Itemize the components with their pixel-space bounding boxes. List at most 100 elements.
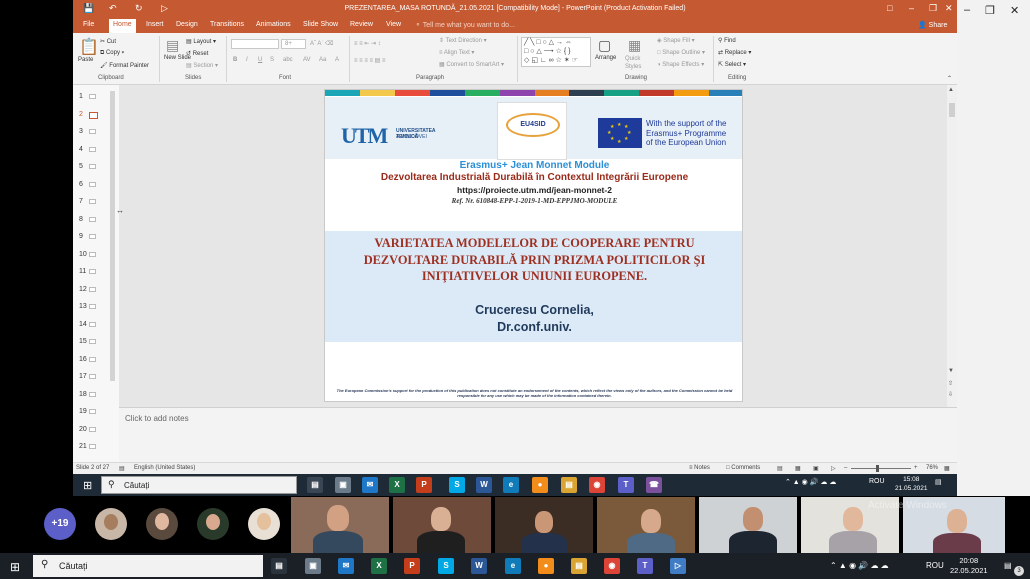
windows-start-icon[interactable]: ⊞ bbox=[10, 560, 20, 574]
edge-icon[interactable]: e bbox=[505, 558, 521, 574]
shape-effects-button[interactable]: ◑ Shape Effects ▾ bbox=[657, 61, 704, 68]
notification-icon[interactable]: ▤ bbox=[935, 478, 942, 486]
shape-outline-button[interactable]: □ Shape Outline ▾ bbox=[657, 49, 705, 56]
slide-thumbnail-number[interactable]: 18 bbox=[79, 391, 87, 398]
slide-thumbnail-number[interactable]: 9 bbox=[79, 233, 83, 240]
text-direction-button[interactable]: ⇕ Text Direction ▾ bbox=[439, 37, 487, 44]
reading-view-icon[interactable]: ▣ bbox=[813, 465, 819, 472]
comments-button[interactable]: □ Comments bbox=[726, 465, 760, 471]
slide-thumbnail[interactable] bbox=[89, 234, 96, 239]
slide-thumbnail-number[interactable]: 13 bbox=[79, 303, 87, 310]
explorer-icon[interactable]: ▤ bbox=[571, 558, 587, 574]
grow-shrink-font-icons[interactable]: Aˇ Aˈ ⌫ bbox=[310, 40, 334, 47]
zoom-in-icon[interactable]: + bbox=[914, 465, 918, 471]
teams-icon[interactable]: T bbox=[618, 477, 634, 493]
section-button[interactable]: ▤ Section ▾ bbox=[186, 62, 218, 69]
font-name-box[interactable] bbox=[231, 39, 279, 49]
convert-smartart-button[interactable]: ▦ Convert to SmartArt ▾ bbox=[439, 61, 504, 68]
slide-scrollbar[interactable]: ▲ ▼ ⇧ ⇩ bbox=[947, 85, 957, 407]
video-tile[interactable] bbox=[597, 497, 695, 553]
normal-view-icon[interactable]: ▤ bbox=[777, 465, 783, 472]
slide-thumbnail[interactable] bbox=[89, 304, 96, 309]
slide-thumbnail[interactable] bbox=[89, 199, 96, 204]
slide-thumbnail-number[interactable]: 12 bbox=[79, 286, 87, 293]
slide-thumbnail-number[interactable]: 7 bbox=[79, 198, 83, 205]
slideshow-icon[interactable]: ▷ bbox=[831, 465, 836, 472]
more-participants-badge[interactable]: +19 bbox=[44, 508, 76, 540]
slide-thumbnail-number[interactable]: 4 bbox=[79, 146, 83, 153]
tab-view[interactable]: View bbox=[386, 21, 401, 28]
explorer-icon[interactable]: ▤ bbox=[561, 477, 577, 493]
slide-thumbnail-number[interactable]: 8 bbox=[79, 216, 83, 223]
slide-thumbnail[interactable] bbox=[89, 269, 96, 274]
underline-button[interactable]: U bbox=[258, 57, 262, 63]
powerpoint-icon[interactable]: P bbox=[416, 477, 432, 493]
shape-fill-button[interactable]: ◈ Shape Fill ▾ bbox=[657, 37, 695, 44]
language[interactable]: English (United States) bbox=[134, 465, 195, 471]
slide-thumbnail-number[interactable]: 14 bbox=[79, 321, 87, 328]
minimize-icon[interactable]: – bbox=[964, 4, 970, 16]
minimize-icon[interactable]: – bbox=[909, 3, 914, 13]
list-buttons[interactable]: ≡ ≡ ⇤ ⇥ ↕ bbox=[354, 40, 381, 47]
share-button[interactable]: 👤 Share bbox=[918, 21, 947, 29]
vpn-icon[interactable]: ● bbox=[538, 558, 554, 574]
paste-icon[interactable]: 📋 bbox=[79, 37, 99, 57]
slide-thumbnail[interactable] bbox=[89, 374, 96, 379]
search-box[interactable]: ⚲ Căutați bbox=[33, 555, 263, 577]
tell-me-box[interactable]: ⚬ Tell me what you want to do... bbox=[415, 21, 515, 29]
slide-sorter-icon[interactable]: ▦ bbox=[795, 465, 801, 472]
video-tile[interactable] bbox=[699, 497, 797, 553]
tab-animations[interactable]: Animations bbox=[256, 21, 291, 28]
slide-thumbnail-number[interactable]: 6 bbox=[79, 181, 83, 188]
collapse-ribbon-icon[interactable]: ⌃ bbox=[947, 75, 952, 82]
slide-thumbnail[interactable] bbox=[89, 426, 96, 432]
reset-button[interactable]: ↺ Reset bbox=[186, 50, 208, 57]
thumbnail-scrollbar[interactable] bbox=[110, 91, 115, 381]
align-text-button[interactable]: ≡ Align Text ▾ bbox=[439, 49, 474, 56]
slide-thumbnail-number[interactable]: 10 bbox=[79, 251, 87, 258]
tray-language[interactable]: ROU bbox=[926, 561, 944, 570]
slide-thumbnail[interactable] bbox=[89, 286, 96, 292]
zoom-slider-knob[interactable] bbox=[876, 465, 879, 472]
system-tray-icons[interactable]: ⌃ ▲ ◉ 🔊 ☁ ☁ bbox=[785, 478, 836, 486]
zoom-slider[interactable] bbox=[851, 468, 911, 469]
avatar[interactable] bbox=[95, 508, 127, 540]
slide-thumbnail-number[interactable]: 5 bbox=[79, 163, 83, 170]
video-tile[interactable] bbox=[495, 497, 593, 553]
scroll-thumb[interactable] bbox=[949, 103, 955, 117]
slide-thumbnail[interactable] bbox=[89, 111, 98, 119]
format-painter-button[interactable]: 🖌 Format Painter bbox=[100, 62, 149, 69]
tab-slide-show[interactable]: Slide Show bbox=[303, 21, 338, 28]
arrange-icon[interactable]: ▢ bbox=[598, 37, 611, 54]
slide-thumbnail[interactable] bbox=[89, 181, 96, 187]
slide-thumbnail-number[interactable]: 17 bbox=[79, 373, 87, 380]
mail-icon[interactable]: ✉ bbox=[362, 477, 378, 493]
slide-thumbnail-number[interactable]: 19 bbox=[79, 408, 87, 415]
slide-thumbnail[interactable] bbox=[89, 321, 96, 327]
previous-slide-icon[interactable]: ⇧ bbox=[948, 380, 953, 387]
shadow-button[interactable]: S bbox=[270, 57, 274, 63]
slide-thumbnail-number[interactable]: 15 bbox=[79, 338, 87, 345]
remote-desktop-icon[interactable]: ▷ bbox=[670, 558, 686, 574]
avatar[interactable] bbox=[197, 508, 229, 540]
italic-button[interactable]: I bbox=[246, 57, 248, 63]
find-button[interactable]: ⚲ Find bbox=[718, 37, 736, 44]
chrome-icon[interactable]: ◉ bbox=[604, 558, 620, 574]
store-icon[interactable]: ▣ bbox=[305, 558, 321, 574]
select-button[interactable]: ⇱ Select ▾ bbox=[718, 61, 746, 68]
word-icon[interactable]: W bbox=[471, 558, 487, 574]
task-view-icon[interactable]: ▤ bbox=[307, 477, 323, 493]
close-icon[interactable]: ✕ bbox=[945, 3, 953, 14]
slide-canvas[interactable]: UTM UNIVERSITATEA TEHNICĂ A MOLDOVEI EU4… bbox=[324, 89, 743, 402]
task-view-icon[interactable]: ▤ bbox=[271, 558, 287, 574]
slide-thumbnail[interactable] bbox=[89, 391, 96, 397]
strikethrough-button[interactable]: abc bbox=[283, 57, 293, 63]
change-case-button[interactable]: Aa bbox=[319, 57, 326, 63]
align-buttons[interactable]: ≡ ≡ ≡ ≡ ▤ ≡ bbox=[354, 57, 386, 64]
chrome-icon[interactable]: ◉ bbox=[589, 477, 605, 493]
zoom-level[interactable]: 76% bbox=[926, 465, 938, 471]
slide-thumbnail-number[interactable]: 3 bbox=[79, 128, 83, 135]
slide-thumbnail[interactable] bbox=[89, 356, 96, 362]
slide-thumbnail[interactable] bbox=[89, 164, 96, 169]
remote-clock[interactable]: 15:08 21.05.2021 bbox=[895, 475, 928, 493]
